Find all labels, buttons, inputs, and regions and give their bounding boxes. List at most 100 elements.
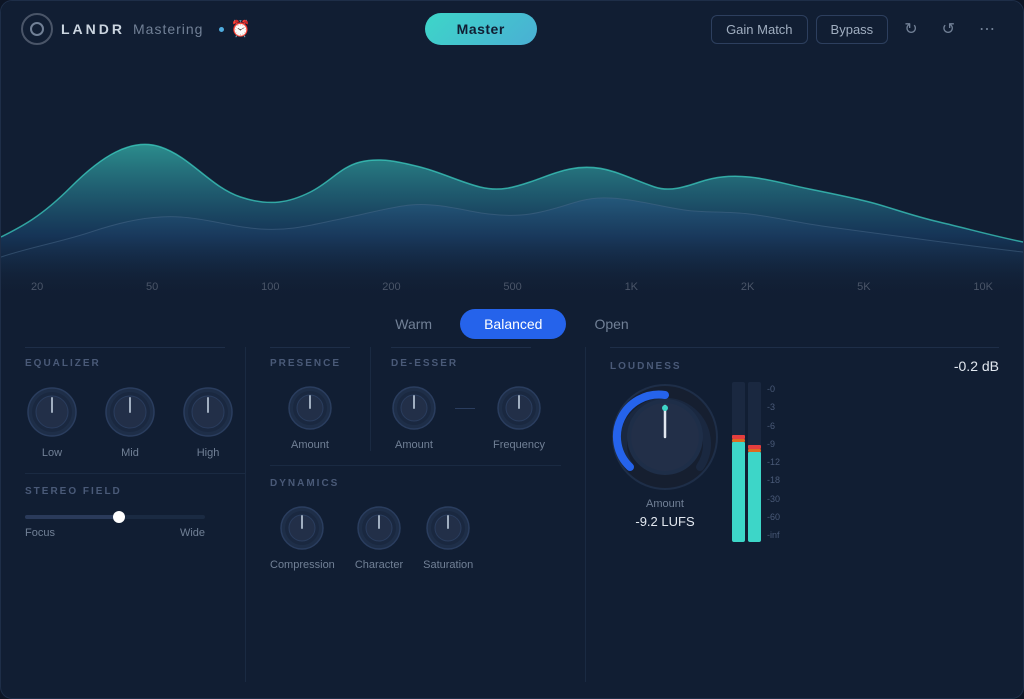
freq-label-500: 500 — [503, 281, 521, 293]
eq-mid-label: Mid — [121, 447, 139, 459]
loudness-lufs: -9.2 LUFS — [635, 514, 694, 529]
presence-separator — [270, 347, 350, 348]
dynamics-section: DYNAMICS Compression — [270, 465, 561, 571]
stereo-slider-thumb[interactable] — [113, 511, 125, 523]
loudness-panel: LOUDNESS -0.2 dB — [585, 347, 999, 682]
presence-amount-label: Amount — [291, 439, 329, 451]
presence-amount-group: Amount — [270, 385, 350, 451]
master-btn-area: Master — [250, 13, 711, 45]
eq-low-group: Low — [25, 385, 79, 459]
meter-scale-30: -30 — [767, 494, 780, 504]
de-esser-connector — [455, 408, 475, 409]
presence-section: PRESENCE Amount — [270, 347, 350, 451]
eq-high-knob[interactable] — [181, 385, 235, 439]
style-warm-button[interactable]: Warm — [371, 309, 456, 339]
gain-match-button[interactable]: Gain Match — [711, 15, 807, 44]
app-container: LANDR Mastering ⏰ Master Gain Match Bypa… — [0, 0, 1024, 699]
de-esser-freq-group: Frequency — [493, 385, 545, 451]
freq-label-5k: 5K — [857, 281, 870, 293]
compression-label: Compression — [270, 559, 335, 571]
de-esser-amount-knob[interactable] — [391, 385, 437, 431]
clock-icon: ⏰ — [230, 19, 250, 39]
logo-icon — [21, 13, 53, 45]
meter-bar-2 — [748, 382, 761, 542]
stereo-slider[interactable] — [25, 515, 205, 519]
deesser-separator — [391, 347, 531, 348]
de-esser-amount-group: Amount — [391, 385, 437, 451]
loudness-meter: -0 -3 -6 -9 -12 -18 -30 -60 -inf — [732, 382, 780, 542]
spectrum-area: 20 50 100 200 500 1K 2K 5K 10K — [1, 57, 1023, 297]
presence-amount-knob[interactable] — [287, 385, 333, 431]
master-button[interactable]: Master — [425, 13, 537, 45]
eq-high-group: High — [181, 385, 235, 459]
freq-label-20: 20 — [31, 281, 43, 293]
header-clock: ⏰ — [219, 19, 250, 39]
eq-low-label: Low — [42, 447, 62, 459]
eq-mid-knob[interactable] — [103, 385, 157, 439]
meter-bars-wrapper — [732, 382, 761, 542]
undo-button[interactable]: ↻ — [896, 13, 925, 45]
eq-high-label: High — [197, 447, 220, 459]
meter-scale-9: -9 — [767, 439, 780, 449]
compression-knob[interactable] — [279, 505, 325, 551]
header: LANDR Mastering ⏰ Master Gain Match Bypa… — [1, 1, 1023, 57]
eq-section: EQUALIZER Low — [25, 347, 245, 459]
logo-text: LANDR — [61, 21, 125, 37]
redo-button[interactable]: ↺ — [934, 13, 963, 45]
character-knob[interactable] — [356, 505, 402, 551]
character-label: Character — [355, 559, 403, 571]
freq-label-10k: 10K — [973, 281, 993, 293]
clock-dot — [219, 27, 224, 32]
de-esser-section: DE-ESSER Amount — [391, 347, 545, 451]
meter-scale: -0 -3 -6 -9 -12 -18 -30 -60 -inf — [767, 382, 780, 542]
freq-labels: 20 50 100 200 500 1K 2K 5K 10K — [1, 281, 1023, 293]
logo-area: LANDR Mastering — [21, 13, 203, 45]
style-open-button[interactable]: Open — [570, 309, 652, 339]
saturation-knob[interactable] — [425, 505, 471, 551]
meter-scale-inf: -inf — [767, 530, 780, 540]
logo-sub: Mastering — [133, 21, 203, 37]
eq-title: EQUALIZER — [25, 358, 101, 369]
stereo-slider-fill — [25, 515, 124, 519]
freq-label-2k: 2K — [741, 281, 754, 293]
style-selector: Warm Balanced Open — [1, 297, 1023, 347]
de-esser-amount-label: Amount — [395, 439, 433, 451]
meter-scale-3: -3 — [767, 402, 780, 412]
eq-separator — [25, 347, 225, 348]
compression-group: Compression — [270, 505, 335, 571]
de-esser-freq-knob[interactable] — [496, 385, 542, 431]
meter-scale-60: -60 — [767, 512, 780, 522]
dynamics-title: DYNAMICS — [270, 478, 561, 489]
meter-bar-2-fill — [748, 452, 761, 542]
de-esser-title: DE-ESSER — [391, 358, 545, 369]
eq-low-knob[interactable] — [25, 385, 79, 439]
loudness-knob-area: Amount -9.2 LUFS — [610, 382, 720, 529]
loudness-db: -0.2 dB — [954, 358, 999, 374]
stereo-focus-label: Focus — [25, 527, 55, 539]
meter-bar-1-fill — [732, 442, 745, 542]
presence-deesser-row: PRESENCE Amount — [270, 347, 561, 451]
meter-scale-6: -6 — [767, 421, 780, 431]
loudness-title: LOUDNESS — [610, 361, 682, 372]
header-actions: Gain Match Bypass ↻ ↺ ⋯ — [711, 13, 1003, 45]
stereo-field-section: STEREO FIELD Focus Wide — [25, 473, 245, 539]
loudness-content: Amount -9.2 LUFS — [610, 382, 780, 542]
stereo-title: STEREO FIELD — [25, 486, 245, 497]
eq-mid-group: Mid — [103, 385, 157, 459]
left-panel: EQUALIZER Low — [25, 347, 245, 682]
loudness-big-knob[interactable] — [610, 382, 720, 492]
more-options-button[interactable]: ⋯ — [971, 13, 1003, 45]
meter-bars — [732, 382, 761, 542]
middle-section: PRESENCE Amount — [245, 347, 585, 682]
bypass-button[interactable]: Bypass — [816, 15, 889, 44]
controls-area: EQUALIZER Low — [1, 347, 1023, 698]
eq-knobs-row: Low Mid — [25, 385, 235, 459]
style-balanced-button[interactable]: Balanced — [460, 309, 566, 339]
meter-bar-1 — [732, 382, 745, 542]
meter-scale-12: -12 — [767, 457, 780, 467]
section-divider — [370, 347, 371, 451]
saturation-label: Saturation — [423, 559, 473, 571]
freq-label-50: 50 — [146, 281, 158, 293]
de-esser-knobs: Amount — [391, 385, 545, 451]
freq-label-200: 200 — [382, 281, 400, 293]
